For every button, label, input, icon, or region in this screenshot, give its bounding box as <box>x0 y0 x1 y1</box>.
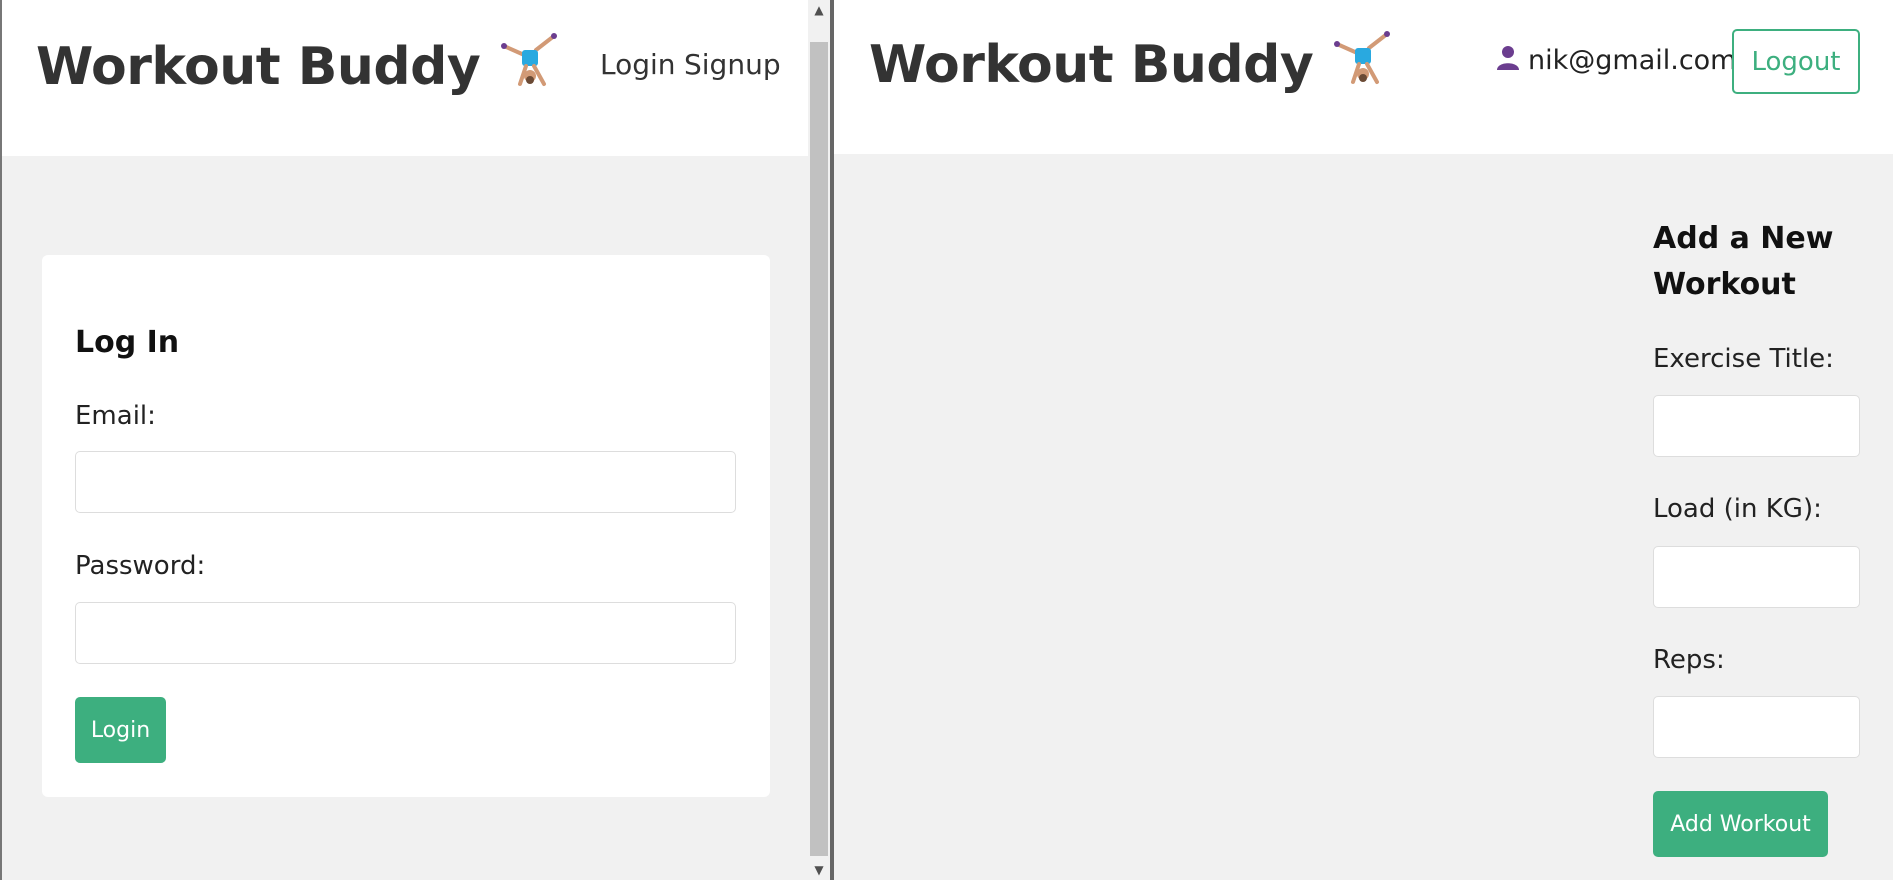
load-label: Load (in KG): <box>1653 494 1822 524</box>
brand-logo[interactable]: Workout Buddy <box>869 30 1391 99</box>
password-label: Password: <box>75 551 206 581</box>
cartwheel-person-icon <box>1333 30 1391 99</box>
workout-form-title: Add a New Workout <box>1653 221 1834 302</box>
login-form-title: Log In <box>75 325 180 360</box>
brand-title: Workout Buddy <box>869 34 1314 95</box>
vertical-scrollbar[interactable]: ▲ ▼ <box>808 0 830 880</box>
email-field[interactable] <box>75 451 736 513</box>
cartwheel-person-icon <box>500 32 558 101</box>
brand-title: Workout Buddy <box>36 36 481 97</box>
add-workout-button[interactable]: Add Workout <box>1653 791 1828 857</box>
screenshot-root: Workout Buddy Login Signup Log In Email:… <box>0 0 1893 880</box>
logout-button[interactable]: Logout <box>1732 29 1860 94</box>
login-submit-button[interactable]: Login <box>75 697 166 763</box>
exercise-title-field[interactable] <box>1653 395 1860 457</box>
scroll-thumb[interactable] <box>810 42 828 856</box>
login-window: Workout Buddy Login Signup Log In Email:… <box>0 0 808 880</box>
login-page-header: Workout Buddy Login Signup <box>2 0 808 156</box>
scroll-down-arrow-icon[interactable]: ▼ <box>808 860 830 880</box>
exercise-title-label: Exercise Title: <box>1653 344 1834 374</box>
reps-label: Reps: <box>1653 645 1725 675</box>
user-info: nik@gmail.com <box>1496 44 1737 77</box>
nav-signup-link[interactable]: Signup <box>684 48 781 81</box>
login-form-card: Log In Email: Password: Login <box>42 255 770 797</box>
workouts-page-header: Workout Buddy nik@gmail.com Logout <box>834 0 1893 154</box>
reps-field[interactable] <box>1653 696 1860 758</box>
email-label: Email: <box>75 401 156 431</box>
load-field[interactable] <box>1653 546 1860 608</box>
user-silhouette-icon <box>1496 44 1520 77</box>
user-email: nik@gmail.com <box>1528 45 1737 76</box>
scroll-up-arrow-icon[interactable]: ▲ <box>808 0 830 20</box>
workouts-window: Workout Buddy nik@gmail.com Logout Add a… <box>834 0 1893 880</box>
nav-login-link[interactable]: Login <box>600 48 676 81</box>
brand-logo[interactable]: Workout Buddy <box>36 32 558 101</box>
password-field[interactable] <box>75 602 736 664</box>
